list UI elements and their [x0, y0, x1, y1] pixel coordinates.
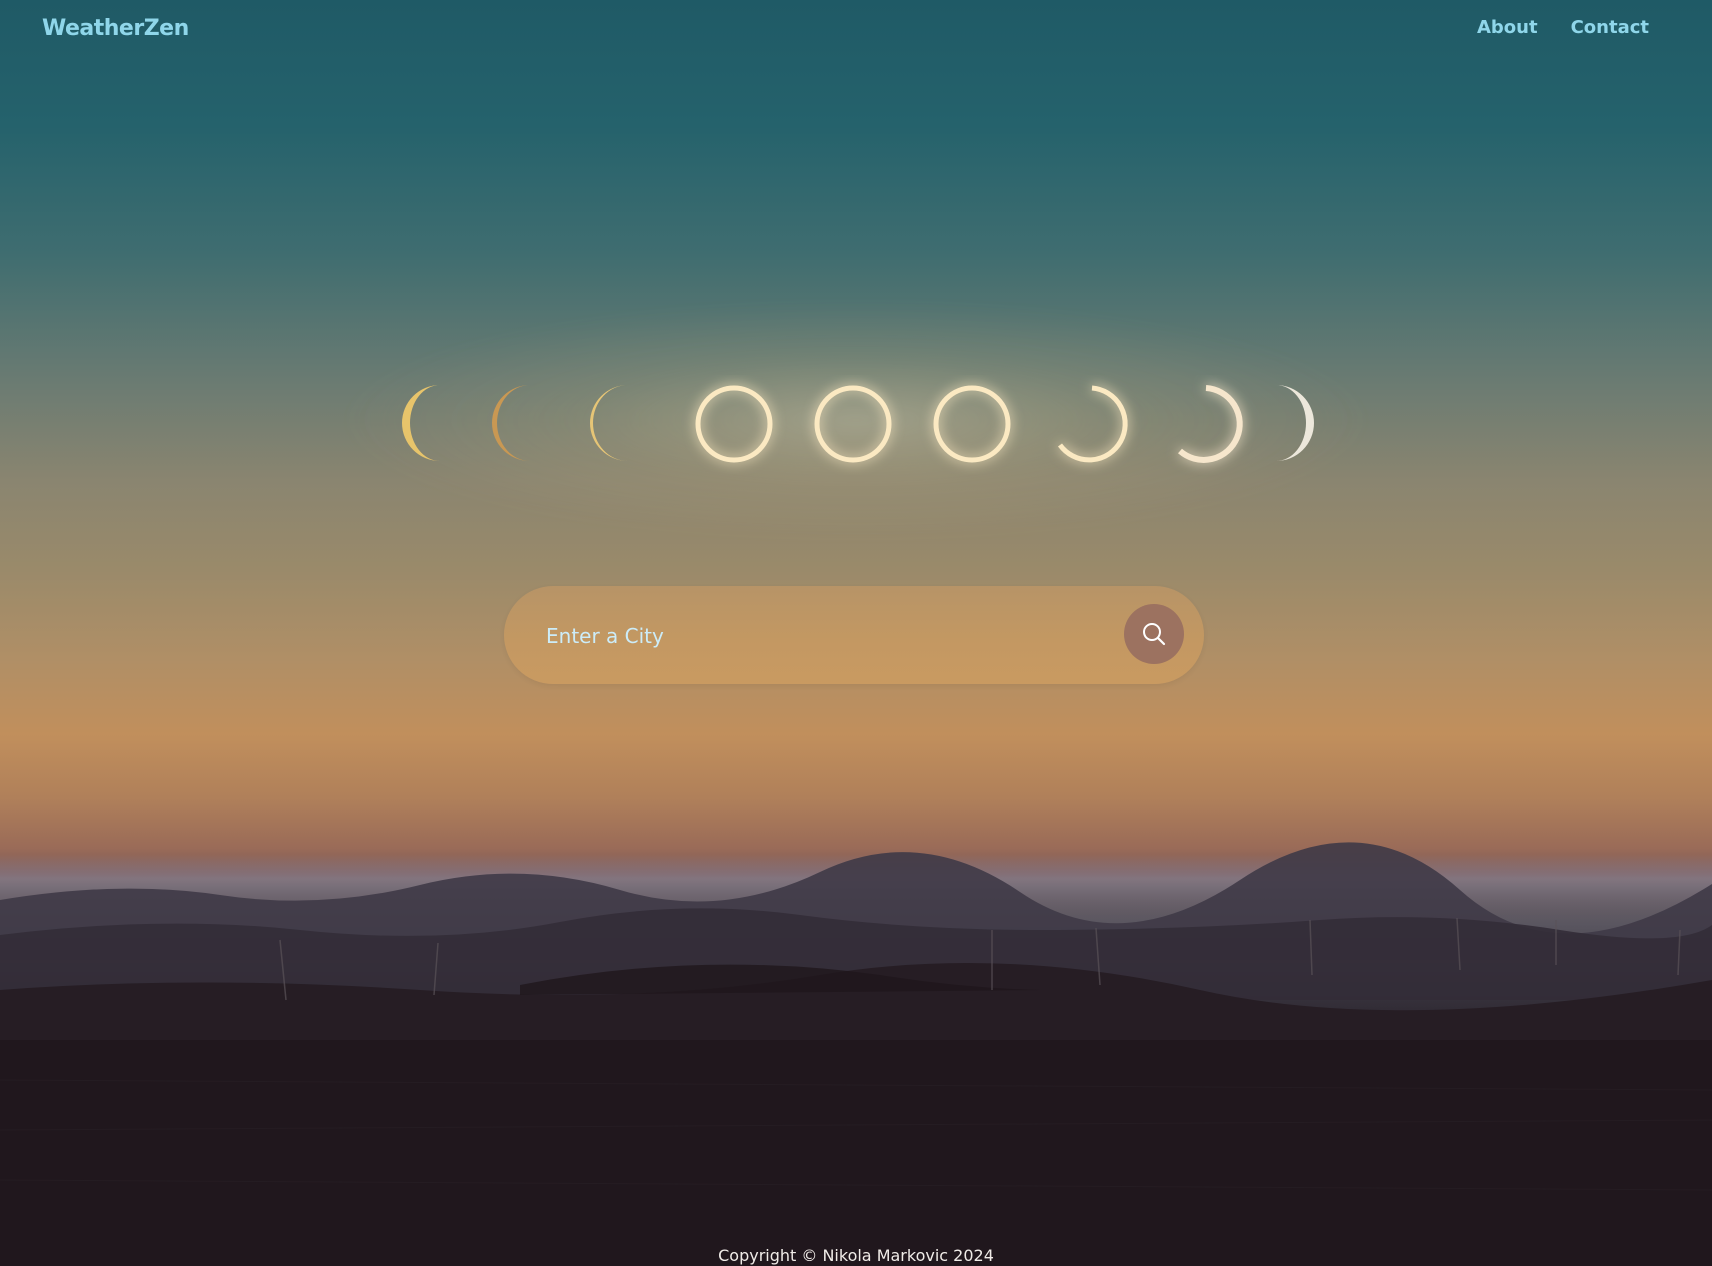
- footer-copyright: Copyright © Nikola Markovic 2024: [718, 1246, 994, 1265]
- eclipse-phase-4: [695, 385, 773, 463]
- site-logo[interactable]: WeatherZen: [42, 16, 189, 41]
- eclipse-phase-3: [590, 385, 628, 461]
- eclipse-phase-9: [1276, 385, 1314, 461]
- eclipse-phases-graphic: [402, 385, 1314, 463]
- top-navigation: WeatherZen About Contact: [0, 0, 1712, 60]
- nav-links: About Contact: [1477, 17, 1649, 38]
- eclipse-phase-8: [1178, 385, 1243, 463]
- nav-link-contact[interactable]: Contact: [1571, 17, 1649, 38]
- nav-link-about[interactable]: About: [1477, 17, 1538, 38]
- eclipse-phase-7: [1057, 385, 1128, 463]
- search-button[interactable]: [1124, 604, 1184, 664]
- eclipse-phase-1: [402, 385, 440, 461]
- search-icon: [1143, 623, 1166, 646]
- eclipse-phase-6: [933, 385, 1011, 463]
- city-search-input[interactable]: [544, 610, 1108, 662]
- eclipse-phase-5: [814, 385, 892, 463]
- eclipse-phase-2: [492, 385, 530, 461]
- search-bar: [504, 586, 1204, 684]
